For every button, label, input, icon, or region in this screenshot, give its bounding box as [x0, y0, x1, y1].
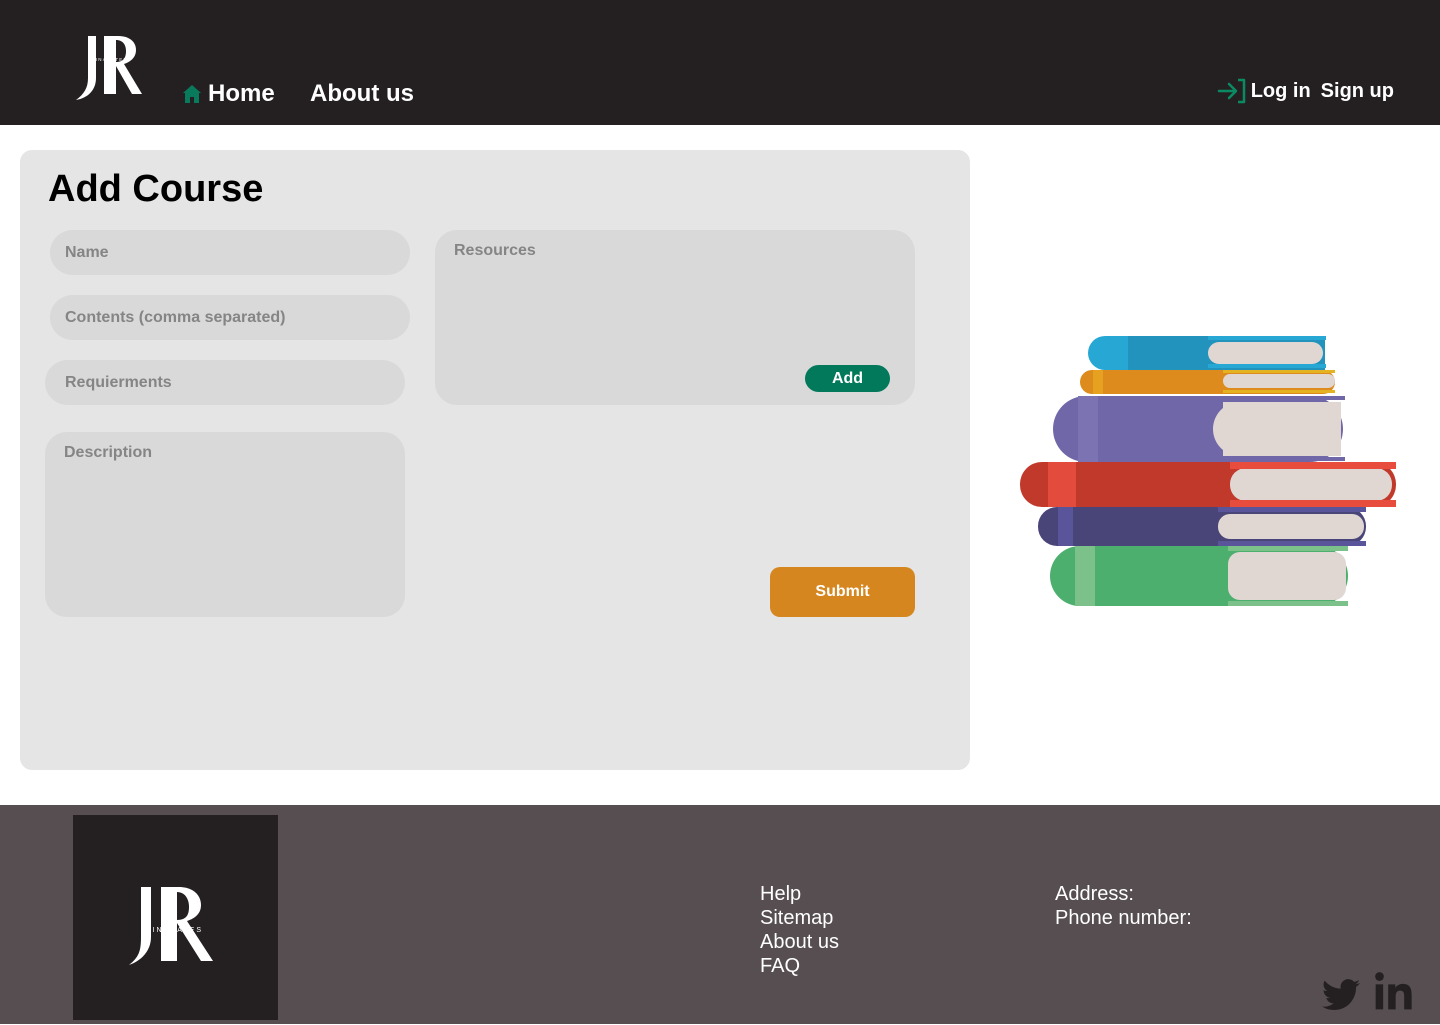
footer-links: Help Sitemap About us FAQ — [760, 882, 839, 978]
linkedin-icon[interactable] — [1374, 971, 1414, 1011]
signup-link[interactable]: Sign up — [1321, 80, 1394, 103]
home-icon — [183, 85, 201, 103]
nav-home-label: Home — [208, 80, 275, 107]
auth-links: Log in Sign up — [1217, 78, 1394, 104]
footer-link-about[interactable]: About us — [760, 930, 839, 954]
requirements-input[interactable] — [45, 360, 405, 405]
submit-button[interactable]: Submit — [770, 567, 915, 617]
svg-text:JINARATES: JINARATES — [92, 57, 127, 62]
footer-logo: JINARATES — [73, 815, 278, 1020]
header: JINARATES Home About us Log in Sign up — [0, 0, 1440, 125]
svg-text:JINARATES: JINARATES — [147, 927, 203, 934]
add-course-panel: Add Course Add Submit — [20, 150, 970, 770]
footer-link-faq[interactable]: FAQ — [760, 954, 839, 978]
description-textarea[interactable] — [45, 432, 405, 617]
phone-label: Phone number: — [1055, 907, 1192, 929]
twitter-icon[interactable] — [1322, 979, 1360, 1011]
footer-link-help[interactable]: Help — [760, 882, 839, 906]
name-input[interactable] — [50, 230, 410, 275]
footer-link-sitemap[interactable]: Sitemap — [760, 906, 839, 930]
footer: JINARATES Help Sitemap About us FAQ Addr… — [0, 805, 1440, 1024]
social-links — [1322, 971, 1414, 1011]
address-label: Address: — [1055, 883, 1134, 905]
logo[interactable]: JINARATES — [74, 32, 146, 100]
contact-info: Address: Phone number: — [1055, 882, 1192, 930]
login-arrow-icon — [1217, 78, 1245, 104]
nav-about-link[interactable]: About us — [310, 80, 414, 108]
login-link[interactable]: Log in — [1217, 78, 1311, 104]
books-illustration — [1020, 336, 1396, 606]
login-label: Log in — [1250, 79, 1311, 102]
nav-home-link[interactable]: Home — [182, 80, 275, 108]
page-title: Add Course — [48, 168, 264, 210]
contents-input[interactable] — [50, 295, 410, 340]
add-resource-button[interactable]: Add — [805, 365, 890, 392]
